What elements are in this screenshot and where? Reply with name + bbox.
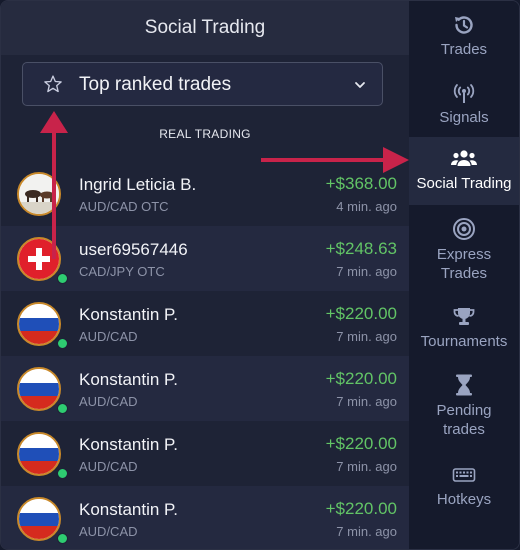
trade-time: 7 min. ago <box>336 394 397 409</box>
russian-flag-icon <box>19 499 59 539</box>
sidebar-item-social-trading[interactable]: Social Trading <box>409 137 519 205</box>
panel-title: Social Trading <box>1 1 409 55</box>
asset-pair: CAD/JPY OTC <box>79 264 165 279</box>
sidebar-item-label: Tournaments <box>420 333 508 350</box>
sidebar-item-label: Trades <box>440 41 488 58</box>
profit-amount: +$248.63 <box>325 239 397 258</box>
target-icon <box>453 218 475 240</box>
avatar <box>17 497 61 541</box>
asset-pair: AUD/CAD <box>79 394 138 409</box>
trade-row[interactable]: Ingrid Leticia B. AUD/CAD OTC +$368.00 4… <box>1 161 409 226</box>
trophy-icon <box>453 308 475 325</box>
russian-flag-icon <box>19 304 59 344</box>
avatar <box>17 237 61 281</box>
asset-pair: AUD/CAD <box>79 329 138 344</box>
trader-name: Konstantin P. <box>79 500 178 519</box>
sidebar-item-hotkeys[interactable]: Hotkeys <box>409 463 519 508</box>
online-indicator <box>57 403 68 414</box>
online-indicator <box>57 338 68 349</box>
avatar <box>17 432 61 476</box>
animal-photo-avatar-icon <box>19 174 59 214</box>
trader-name: Ingrid Leticia B. <box>79 175 197 194</box>
right-sidebar: Trades Signals Social Trading Express Tr… <box>409 1 519 549</box>
russian-flag-icon <box>19 369 59 409</box>
users-group-icon <box>451 150 477 166</box>
signal-antenna-icon <box>453 84 475 103</box>
trade-time: 7 min. ago <box>336 264 397 279</box>
online-indicator <box>57 533 68 544</box>
trade-time: 7 min. ago <box>336 329 397 344</box>
sidebar-item-label: Pending trades <box>436 402 492 438</box>
profit-amount: +$220.00 <box>325 304 397 323</box>
trader-name: Konstantin P. <box>79 435 178 454</box>
hourglass-icon <box>456 374 472 396</box>
sidebar-item-express-trades[interactable]: Express Trades <box>409 217 519 283</box>
trade-row[interactable]: Konstantin P. AUD/CAD +$220.00 7 min. ag… <box>1 486 409 549</box>
asset-pair: AUD/CAD <box>79 524 138 539</box>
swiss-flag-icon <box>19 239 59 279</box>
social-trading-panel: Social Trading Top ranked trades REAL TR… <box>1 1 409 549</box>
star-icon <box>44 75 62 93</box>
sidebar-item-label: Hotkeys <box>436 491 492 508</box>
trade-row[interactable]: Konstantin P. AUD/CAD +$220.00 7 min. ag… <box>1 291 409 356</box>
sidebar-item-trades[interactable]: Trades <box>409 13 519 58</box>
trade-time: 7 min. ago <box>336 524 397 539</box>
trader-name: Konstantin P. <box>79 305 178 324</box>
avatar <box>17 172 61 216</box>
trade-row[interactable]: Konstantin P. AUD/CAD +$220.00 7 min. ag… <box>1 421 409 486</box>
trade-time: 7 min. ago <box>336 459 397 474</box>
trader-name: Konstantin P. <box>79 370 178 389</box>
profit-amount: +$220.00 <box>325 434 397 453</box>
sidebar-item-signals[interactable]: Signals <box>409 81 519 126</box>
chevron-down-icon <box>355 82 365 88</box>
trade-time: 4 min. ago <box>336 199 397 214</box>
keyboard-icon <box>452 468 476 482</box>
sidebar-item-label: Signals <box>439 109 489 126</box>
ranking-dropdown[interactable]: Top ranked trades <box>22 62 383 106</box>
russian-flag-icon <box>19 434 59 474</box>
online-indicator <box>57 273 68 284</box>
profit-amount: +$368.00 <box>325 174 397 193</box>
sidebar-item-pending-trades[interactable]: Pending trades <box>409 373 519 439</box>
asset-pair: AUD/CAD <box>79 459 138 474</box>
trade-row[interactable]: user69567446 CAD/JPY OTC +$248.63 7 min.… <box>1 226 409 291</box>
sidebar-item-label: Express Trades <box>436 246 492 282</box>
dropdown-label: Top ranked trades <box>79 74 232 95</box>
avatar <box>17 302 61 346</box>
section-label: REAL TRADING <box>159 127 251 141</box>
trader-name: user69567446 <box>79 240 188 259</box>
asset-pair: AUD/CAD OTC <box>79 199 169 214</box>
online-indicator <box>57 468 68 479</box>
app-window: Social Trading Top ranked trades REAL TR… <box>0 0 520 550</box>
sidebar-item-tournaments[interactable]: Tournaments <box>409 305 519 350</box>
trade-list: Ingrid Leticia B. AUD/CAD OTC +$368.00 4… <box>1 161 409 549</box>
trade-row[interactable]: Konstantin P. AUD/CAD +$220.00 7 min. ag… <box>1 356 409 421</box>
avatar <box>17 367 61 411</box>
history-icon <box>455 16 473 34</box>
profit-amount: +$220.00 <box>325 369 397 388</box>
sidebar-item-label: Social Trading <box>416 175 512 192</box>
profit-amount: +$220.00 <box>325 499 397 518</box>
